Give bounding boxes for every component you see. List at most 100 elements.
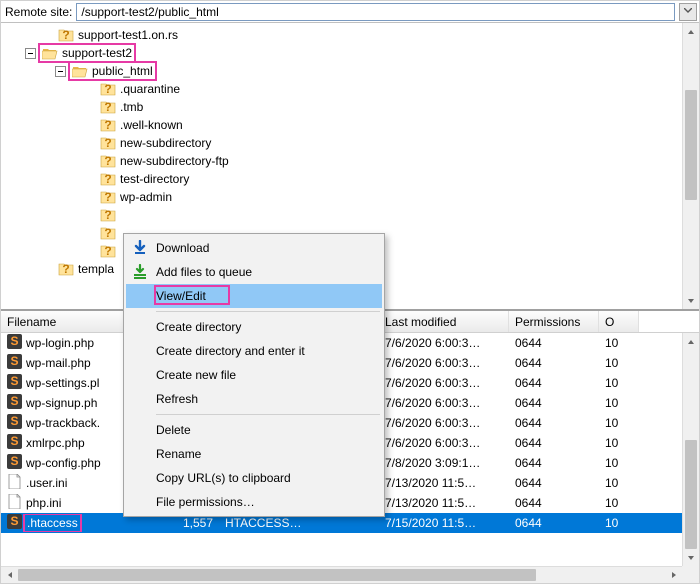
scroll-thumb[interactable] — [685, 440, 697, 549]
cell-own: 10 — [599, 516, 639, 530]
expander-button[interactable] — [25, 48, 36, 59]
expander-button[interactable] — [55, 66, 66, 77]
file-name-label: wp-config.php — [26, 456, 101, 470]
folder-unknown-icon — [100, 189, 116, 205]
tree-scrollbar-v[interactable] — [682, 23, 699, 309]
menu-item[interactable]: Add files to queue — [126, 260, 382, 284]
menu-item[interactable]: Rename — [126, 442, 382, 466]
menu-item[interactable]: Refresh — [126, 387, 382, 411]
folder-unknown-icon — [100, 225, 116, 241]
col-owner[interactable]: O — [599, 311, 639, 332]
scroll-track-h[interactable] — [18, 567, 665, 583]
menu-item-label: File permissions… — [156, 495, 255, 509]
sublime-file-icon — [7, 354, 22, 372]
cell-own: 10 — [599, 456, 639, 470]
menu-item[interactable]: Download — [126, 236, 382, 260]
file-name-label: .htaccess — [26, 516, 79, 530]
scroll-up-button[interactable] — [683, 333, 699, 350]
tree-item-label: .quarantine — [120, 82, 180, 96]
cell-mod: 7/6/2020 6:00:3… — [379, 396, 509, 410]
menu-separator — [156, 414, 380, 415]
cell-own: 10 — [599, 476, 639, 490]
menu-item[interactable]: Create new file — [126, 363, 382, 387]
scroll-down-button[interactable] — [683, 549, 699, 566]
sublime-file-icon — [7, 414, 22, 432]
tree-item[interactable]: new-subdirectory — [1, 134, 699, 152]
folder-unknown-icon — [100, 243, 116, 259]
cell-perm: 0644 — [509, 396, 599, 410]
col-permissions[interactable]: Permissions — [509, 311, 599, 332]
tree-item[interactable]: public_html — [1, 62, 699, 80]
menu-item[interactable]: Copy URL(s) to clipboard — [126, 466, 382, 490]
tree-item-label: support-test1.on.rs — [78, 28, 178, 42]
scroll-corner — [682, 566, 699, 583]
menu-item-label: Copy URL(s) to clipboard — [156, 471, 291, 485]
scroll-thumb-h[interactable] — [18, 569, 536, 581]
tree-item[interactable]: support-test1.on.rs — [1, 26, 699, 44]
folder-unknown-icon — [100, 117, 116, 133]
menu-item[interactable]: Delete — [126, 418, 382, 442]
folder-unknown-icon — [100, 135, 116, 151]
file-name-label: .user.ini — [26, 476, 67, 490]
chevron-down-icon — [684, 8, 692, 16]
folder-unknown-icon — [100, 99, 116, 115]
file-icon — [7, 494, 22, 512]
menu-item-label: Create new file — [156, 368, 236, 382]
tree-item[interactable]: .well-known — [1, 116, 699, 134]
scroll-track[interactable] — [683, 350, 699, 549]
col-modified[interactable]: Last modified — [379, 311, 509, 332]
menu-item[interactable]: Create directory and enter it — [126, 339, 382, 363]
remote-path-value: /support-test2/public_html — [81, 5, 218, 19]
folder-unknown-icon — [58, 27, 74, 43]
cell-own: 10 — [599, 416, 639, 430]
list-scrollbar-v[interactable] — [682, 333, 699, 566]
scroll-up-button[interactable] — [683, 23, 699, 40]
folder-unknown-icon — [58, 261, 74, 277]
cell-perm: 0644 — [509, 456, 599, 470]
sublime-file-icon — [7, 514, 22, 532]
remote-path-bar: Remote site: /support-test2/public_html — [1, 1, 699, 23]
menu-item[interactable]: View/Edit — [126, 284, 382, 308]
cell-perm: 0644 — [509, 516, 599, 530]
tree-item-label: new-subdirectory-ftp — [120, 154, 229, 168]
cell-mod: 7/6/2020 6:00:3… — [379, 436, 509, 450]
tree-item-label: .well-known — [120, 118, 183, 132]
tree-item[interactable]: .quarantine — [1, 80, 699, 98]
menu-item[interactable]: Create directory — [126, 315, 382, 339]
scroll-left-button[interactable] — [1, 567, 18, 583]
scroll-thumb[interactable] — [685, 90, 697, 200]
list-scrollbar-h[interactable] — [1, 566, 682, 583]
cell-own: 10 — [599, 436, 639, 450]
cell-perm: 0644 — [509, 476, 599, 490]
file-icon — [7, 474, 22, 492]
tree-item[interactable]: new-subdirectory-ftp — [1, 152, 699, 170]
cell-perm: 0644 — [509, 436, 599, 450]
folder-open-icon — [42, 45, 58, 61]
path-dropdown-button[interactable] — [679, 3, 697, 21]
scroll-track[interactable] — [683, 40, 699, 292]
tree-item[interactable]: wp-admin — [1, 188, 699, 206]
cell-perm: 0644 — [509, 416, 599, 430]
menu-item-label: Download — [156, 241, 209, 255]
tree-item[interactable]: .tmb — [1, 98, 699, 116]
menu-item-label: Rename — [156, 447, 201, 461]
scroll-down-button[interactable] — [683, 292, 699, 309]
sublime-file-icon — [7, 434, 22, 452]
tree-item[interactable]: support-test2 — [1, 44, 699, 62]
remote-site-label: Remote site: — [3, 5, 72, 19]
sublime-file-icon — [7, 394, 22, 412]
cell-own: 10 — [599, 376, 639, 390]
remote-path-input[interactable]: /support-test2/public_html — [76, 3, 675, 21]
scroll-right-button[interactable] — [665, 567, 682, 583]
tree-item-label: templa — [78, 262, 114, 276]
tree-item-label: .tmb — [120, 100, 143, 114]
tree-item-label: wp-admin — [120, 190, 172, 204]
cell-own: 10 — [599, 396, 639, 410]
tree-item[interactable]: test-directory — [1, 170, 699, 188]
menu-item[interactable]: File permissions… — [126, 490, 382, 514]
cell-mod: 7/6/2020 6:00:3… — [379, 416, 509, 430]
menu-item-label: Add files to queue — [156, 265, 252, 279]
file-name-label: xmlrpc.php — [26, 436, 85, 450]
folder-unknown-icon — [100, 81, 116, 97]
tree-item[interactable] — [1, 206, 699, 224]
